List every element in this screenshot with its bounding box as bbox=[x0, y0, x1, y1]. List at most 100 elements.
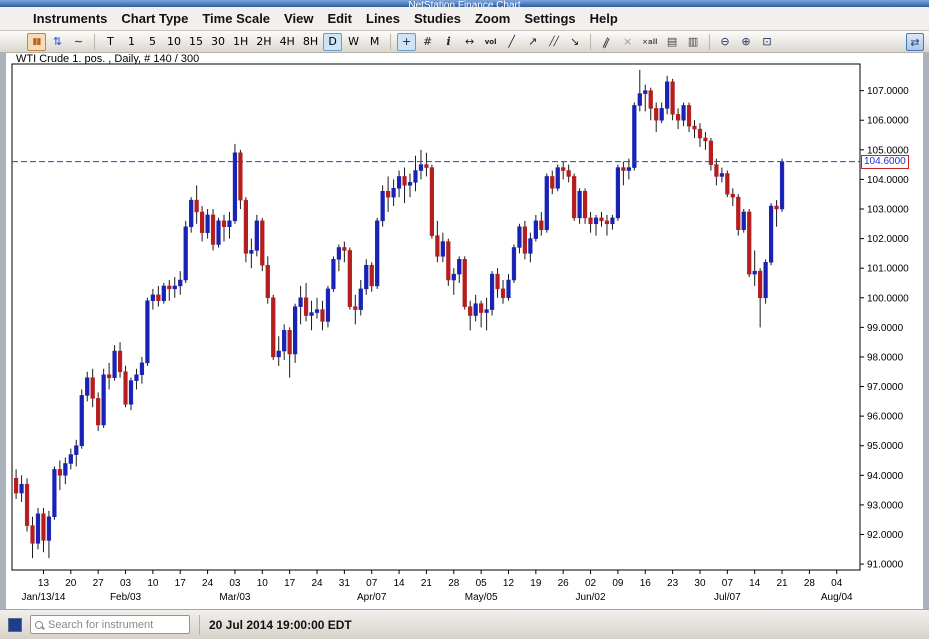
svg-text:03: 03 bbox=[229, 578, 241, 589]
delete-all-drawings-icon[interactable]: ×all bbox=[639, 33, 660, 51]
instrument-search[interactable] bbox=[30, 615, 190, 634]
menu-edit[interactable]: Edit bbox=[320, 11, 359, 26]
window-titlebar: NetStation Finance Chart bbox=[0, 0, 929, 7]
menu-lines[interactable]: Lines bbox=[359, 11, 407, 26]
menu-view[interactable]: View bbox=[277, 11, 320, 26]
svg-text:98.0000: 98.0000 bbox=[867, 352, 904, 363]
toolbar-separator bbox=[390, 34, 391, 50]
svg-text:Aug/04: Aug/04 bbox=[821, 592, 853, 603]
svg-text:103.0000: 103.0000 bbox=[867, 204, 909, 215]
timeframe-8h-button[interactable]: 8H bbox=[300, 33, 321, 51]
svg-text:Mar/03: Mar/03 bbox=[219, 592, 251, 603]
candlestick-chart-icon[interactable]: ▮▮ bbox=[27, 33, 46, 51]
volume-icon[interactable]: vol bbox=[481, 33, 500, 51]
ray-line-icon[interactable]: ↗ bbox=[523, 33, 542, 51]
arrow-line-icon[interactable]: ↘ bbox=[565, 33, 584, 51]
statusbar-divider bbox=[199, 615, 200, 635]
crosshair-icon[interactable]: + bbox=[397, 33, 416, 51]
svg-text:21: 21 bbox=[421, 578, 433, 589]
svg-text:28: 28 bbox=[448, 578, 460, 589]
timeframe-5min-button[interactable]: 5 bbox=[143, 33, 162, 51]
svg-text:92.0000: 92.0000 bbox=[867, 530, 904, 541]
timeframe-1min-button[interactable]: 1 bbox=[122, 33, 141, 51]
info-icon[interactable]: i bbox=[439, 33, 458, 51]
zoom-area-icon[interactable]: ⊡ bbox=[758, 33, 777, 51]
svg-text:09: 09 bbox=[612, 578, 624, 589]
dock-toggle-button[interactable]: ⇄ bbox=[906, 33, 924, 51]
menu-time-scale[interactable]: Time Scale bbox=[195, 11, 277, 26]
timeframe-4h-button[interactable]: 4H bbox=[277, 33, 298, 51]
svg-text:10: 10 bbox=[147, 578, 159, 589]
svg-text:13: 13 bbox=[38, 578, 50, 589]
svg-text:12: 12 bbox=[503, 578, 515, 589]
parallel-lines-icon[interactable]: ∥ bbox=[594, 29, 619, 53]
svg-text:94.0000: 94.0000 bbox=[867, 471, 904, 482]
svg-text:07: 07 bbox=[366, 578, 378, 589]
instrument-color-swatch bbox=[8, 618, 22, 632]
timeframe-10min-button[interactable]: 10 bbox=[164, 33, 184, 51]
line-chart-icon[interactable]: ∼ bbox=[69, 33, 88, 51]
zoom-in-icon[interactable]: ⊕ bbox=[737, 33, 756, 51]
zoom-out-icon[interactable]: ⊖ bbox=[716, 33, 735, 51]
chart-header: WTI Crude 1. pos. , Daily, # 140 / 300 bbox=[16, 53, 199, 65]
svg-text:21: 21 bbox=[776, 578, 788, 589]
svg-text:107.0000: 107.0000 bbox=[867, 86, 909, 97]
menu-chart-type[interactable]: Chart Type bbox=[114, 11, 195, 26]
timeframe-15min-button[interactable]: 15 bbox=[186, 33, 206, 51]
candlestick-chart[interactable]: 91.000092.000093.000094.000095.000096.00… bbox=[6, 53, 923, 609]
menu-help[interactable]: Help bbox=[583, 11, 625, 26]
window-title: NetStation Finance Chart bbox=[408, 0, 520, 7]
menu-bar: InstrumentsChart TypeTime ScaleViewEditL… bbox=[0, 7, 929, 31]
svg-text:17: 17 bbox=[175, 578, 187, 589]
svg-text:04: 04 bbox=[831, 578, 843, 589]
svg-text:Apr/07: Apr/07 bbox=[357, 592, 387, 603]
toolbar-items: ▮▮⇅∼T151015301H2H4H8HDWM+#i↔vol╱↗╱╱↘∥××a… bbox=[26, 31, 778, 53]
svg-text:Jul/07: Jul/07 bbox=[714, 592, 741, 603]
timeframe-30min-button[interactable]: 30 bbox=[208, 33, 228, 51]
svg-text:14: 14 bbox=[394, 578, 406, 589]
svg-text:May/05: May/05 bbox=[465, 592, 498, 603]
menu-instruments[interactable]: Instruments bbox=[26, 11, 114, 26]
svg-text:27: 27 bbox=[93, 578, 105, 589]
svg-text:03: 03 bbox=[120, 578, 132, 589]
grid-icon[interactable]: # bbox=[418, 33, 437, 51]
svg-text:17: 17 bbox=[284, 578, 296, 589]
svg-text:104.0000: 104.0000 bbox=[867, 175, 909, 186]
svg-text:96.0000: 96.0000 bbox=[867, 412, 904, 423]
timeframe-daily-button[interactable]: D bbox=[323, 33, 342, 51]
timeframe-monthly-button[interactable]: M bbox=[365, 33, 384, 51]
svg-text:16: 16 bbox=[640, 578, 652, 589]
svg-text:24: 24 bbox=[311, 578, 323, 589]
svg-text:05: 05 bbox=[476, 578, 488, 589]
statusbar-timestamp: 20 Jul 2014 19:00:00 EDT bbox=[209, 618, 352, 632]
menu-zoom[interactable]: Zoom bbox=[468, 11, 517, 26]
horizontal-scale-icon[interactable]: ↔ bbox=[460, 33, 479, 51]
svg-text:106.0000: 106.0000 bbox=[867, 116, 909, 127]
svg-text:24: 24 bbox=[202, 578, 214, 589]
timeframe-weekly-button[interactable]: W bbox=[344, 33, 363, 51]
chart-panel: 91.000092.000093.000094.000095.000096.00… bbox=[6, 53, 923, 609]
toolbar-separator bbox=[94, 34, 95, 50]
print-preview-icon[interactable]: ▥ bbox=[684, 33, 703, 51]
instrument-search-input[interactable] bbox=[48, 619, 190, 631]
delete-drawing-icon[interactable]: × bbox=[618, 33, 637, 51]
print-icon[interactable]: ▤ bbox=[663, 33, 682, 51]
bar-chart-icon[interactable]: ⇅ bbox=[48, 33, 67, 51]
toolbar-separator bbox=[590, 34, 591, 50]
menu-settings[interactable]: Settings bbox=[517, 11, 582, 26]
parallel-channel-icon[interactable]: ╱╱ bbox=[544, 33, 563, 51]
search-icon bbox=[35, 621, 43, 629]
svg-text:31: 31 bbox=[339, 578, 351, 589]
toolbar: ▮▮⇅∼T151015301H2H4H8HDWM+#i↔vol╱↗╱╱↘∥××a… bbox=[0, 31, 929, 53]
svg-text:101.0000: 101.0000 bbox=[867, 264, 909, 275]
timeframe-2h-button[interactable]: 2H bbox=[253, 33, 274, 51]
svg-text:26: 26 bbox=[558, 578, 570, 589]
trend-line-icon[interactable]: ╱ bbox=[502, 33, 521, 51]
timeframe-tick-button[interactable]: T bbox=[101, 33, 120, 51]
timeframe-1h-button[interactable]: 1H bbox=[230, 33, 251, 51]
last-price-label: 104.6000 bbox=[861, 155, 909, 169]
svg-text:14: 14 bbox=[749, 578, 761, 589]
svg-text:Jan/13/14: Jan/13/14 bbox=[21, 592, 65, 603]
menu-studies[interactable]: Studies bbox=[407, 11, 468, 26]
svg-text:93.0000: 93.0000 bbox=[867, 500, 904, 511]
